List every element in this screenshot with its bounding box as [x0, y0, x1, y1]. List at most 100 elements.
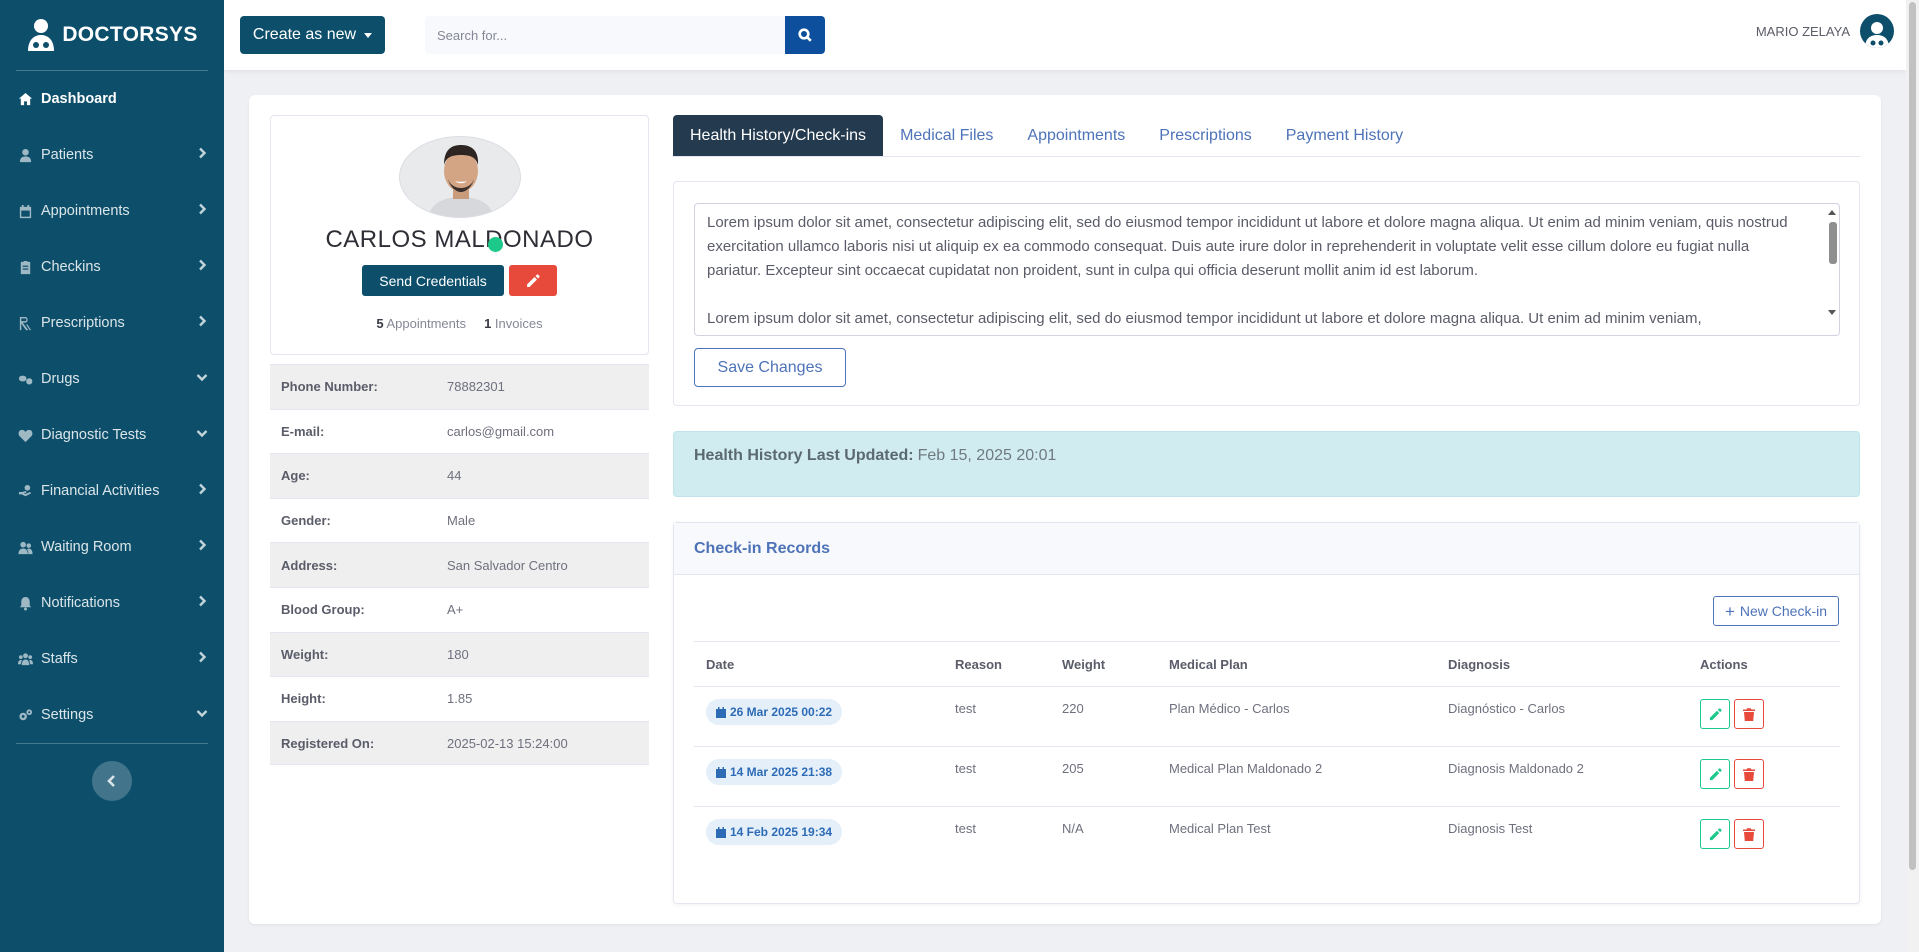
sidebar-item-settings[interactable]: Settings: [0, 687, 224, 743]
invoices-count-label: Invoices: [494, 316, 543, 331]
user-menu[interactable]: MARIO ZELAYA: [1756, 14, 1894, 48]
column-header-weight: Weight: [1062, 656, 1106, 672]
delete-checkin-button[interactable]: [1734, 699, 1764, 729]
patient-detail-value: 1.85: [447, 691, 473, 707]
health-history-paragraph: Lorem ipsum dolor sit amet, consectetur …: [707, 214, 1788, 279]
patient-details-table: Phone Number: 78882301 E-mail: carlos@gmail…: [270, 364, 649, 766]
diagnosis-cell: Diagnosis Test: [1448, 821, 1533, 836]
date-cell: 14 Mar 2025 21:38: [694, 759, 955, 806]
tab-medical-files[interactable]: Medical Files: [883, 115, 1010, 156]
checkin-records-title: Check-in Records: [674, 523, 1859, 575]
sidebar-item-checkins[interactable]: Checkins: [0, 239, 224, 295]
tab-payment-history[interactable]: Payment History: [1269, 115, 1420, 156]
prescription-icon: [17, 315, 33, 331]
bell-icon: [17, 595, 33, 611]
send-credentials-button[interactable]: Send Credentials: [362, 265, 504, 296]
patient-detail-label: E-mail:: [281, 423, 325, 439]
patient-detail-value: 180: [447, 646, 469, 662]
sidebar-item-prescriptions[interactable]: Prescriptions: [0, 295, 224, 351]
sidebar-item-label: Waiting Room: [41, 539, 132, 555]
chevron-left-icon: [107, 775, 115, 787]
edit-checkin-button[interactable]: [1700, 759, 1730, 789]
sidebar-nav: Dashboard Patients Appointments Checkins Pre…: [0, 71, 224, 743]
clipboard-icon: [17, 259, 33, 275]
health-history-updated-alert: Health History Last Updated: Feb 15, 202…: [673, 431, 1860, 497]
table-row: 14 Mar 2025 21:38 test 205 Medical Plan Mal…: [694, 747, 1840, 807]
new-checkin-button[interactable]: + New Check-in: [1713, 596, 1839, 626]
sidebar-item-label: Diagnostic Tests: [41, 427, 147, 443]
tab-appointments[interactable]: Appointments: [1010, 115, 1142, 156]
sidebar-item-waiting-room[interactable]: Waiting Room: [0, 519, 224, 575]
delete-checkin-button[interactable]: [1734, 819, 1764, 849]
edit-checkin-button[interactable]: [1700, 699, 1730, 729]
page-scrollbar-thumb[interactable]: [1909, 2, 1916, 870]
health-history-textarea[interactable]: Lorem ipsum dolor sit amet, consectetur …: [694, 203, 1840, 336]
textarea-scrollbar-thumb[interactable]: [1829, 222, 1837, 264]
sidebar-item-diagnostic-tests[interactable]: Diagnostic Tests: [0, 407, 224, 463]
brand-logo[interactable]: DOCTORSYS: [0, 0, 224, 70]
home-icon: [17, 91, 33, 107]
chevron-right-icon: [196, 651, 208, 667]
diagnosis-cell: Diagnóstico - Carlos: [1448, 701, 1566, 716]
patient-detail-value: carlos@gmail.com: [447, 423, 555, 439]
patient-detail-row: Height: 1.85: [270, 676, 649, 721]
search-input[interactable]: [425, 16, 785, 54]
page-scrollbar[interactable]: [1906, 0, 1919, 952]
users-icon: [17, 539, 33, 555]
health-history-paragraph: Lorem ipsum dolor sit amet, consectetur …: [707, 310, 1702, 327]
diagnosis-cell: Diagnosis Maldonado 2: [1448, 761, 1584, 776]
calendar-icon: [716, 766, 726, 778]
sidebar-item-financial-activities[interactable]: Financial Activities: [0, 463, 224, 519]
pills-icon: [17, 371, 33, 387]
sidebar-item-staffs[interactable]: Staffs: [0, 631, 224, 687]
patient-detail-value: Male: [447, 513, 476, 529]
scroll-down-arrow-icon[interactable]: [1828, 310, 1836, 315]
patient-detail-row: Blood Group: A+: [270, 586, 649, 632]
pencil-icon: [1709, 707, 1722, 720]
create-as-new-button[interactable]: Create as new: [240, 16, 385, 54]
invoices-count: 1: [484, 316, 492, 331]
sidebar-item-drugs[interactable]: Drugs: [0, 351, 224, 407]
user-avatar-icon: [1865, 22, 1889, 48]
team-icon: [17, 651, 33, 667]
delete-checkin-button[interactable]: [1734, 759, 1764, 789]
edit-patient-button[interactable]: [509, 265, 557, 296]
sidebar-item-appointments[interactable]: Appointments: [0, 183, 224, 239]
patient-detail-label: Weight:: [281, 646, 329, 662]
checkin-table: Date Reason Weight Medical Plan Diagnosis Act…: [694, 641, 1840, 867]
weight-cell: 220: [1062, 701, 1084, 716]
sidebar-item-label: Staffs: [41, 651, 78, 667]
tab-health-history-check-ins[interactable]: Health History/Check-ins: [673, 115, 884, 156]
heartbeat-icon: [17, 427, 33, 443]
calendar-icon: [716, 826, 726, 838]
create-as-new-label: Create as new: [252, 26, 357, 43]
search-button[interactable]: [785, 16, 825, 54]
sidebar: DOCTORSYS Dashboard Patients Appointments C…: [0, 0, 224, 952]
patient-photo: [400, 137, 520, 217]
sidebar-item-notifications[interactable]: Notifications: [0, 575, 224, 631]
appointments-count: 5: [376, 316, 384, 331]
sidebar-item-patients[interactable]: Patients: [0, 127, 224, 183]
trash-icon: [1743, 707, 1755, 721]
date-cell: 14 Feb 2025 19:34: [694, 819, 955, 867]
weight-cell: N/A: [1062, 821, 1084, 836]
edit-checkin-button[interactable]: [1700, 819, 1730, 849]
trash-icon: [1743, 827, 1755, 841]
profile-tabs: Health History/Check-ins Medical Files App…: [673, 115, 1860, 157]
textarea-scrollbar[interactable]: [1825, 204, 1839, 335]
save-changes-button[interactable]: Save Changes: [694, 348, 846, 387]
patient-detail-value: 44: [447, 468, 462, 484]
sidebar-collapse-button[interactable]: [92, 761, 132, 801]
patient-detail-row: Phone Number: 78882301: [270, 364, 649, 409]
medical-plan-cell: Medical Plan Maldonado 2: [1169, 761, 1323, 776]
date-badge: 14 Feb 2025 19:34: [706, 819, 843, 845]
medical-plan-cell: Plan Médico - Carlos: [1169, 701, 1290, 716]
topbar: Create as new MARIO ZELAYA: [224, 0, 1906, 70]
scroll-up-arrow-icon[interactable]: [1828, 210, 1836, 215]
patient-detail-row: Weight: 180: [270, 631, 649, 677]
patient-summary: CARLOS MALDONADO Send Credentials 5 Appo…: [270, 115, 649, 355]
history-updated-value: Feb 15, 2025 20:01: [917, 447, 1057, 464]
tab-prescriptions[interactable]: Prescriptions: [1142, 115, 1268, 156]
sidebar-item-dashboard[interactable]: Dashboard: [0, 71, 224, 127]
patient-detail-label: Address:: [281, 557, 338, 573]
